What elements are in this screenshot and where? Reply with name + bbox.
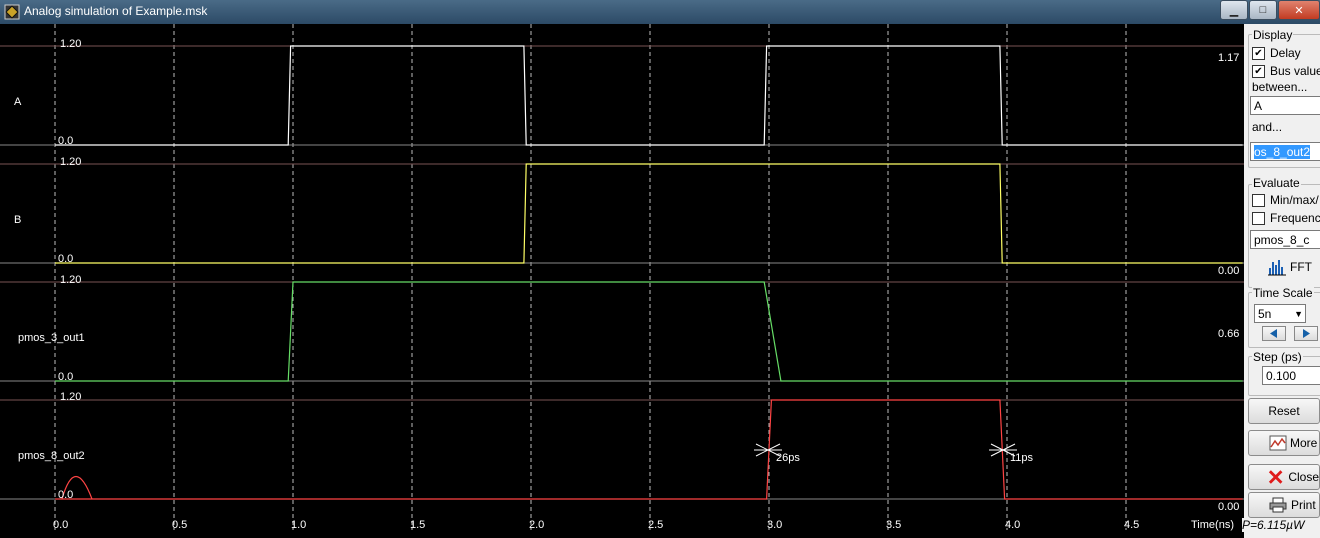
evaluate-signal-select[interactable]: pmos_8_c bbox=[1250, 230, 1320, 249]
signal-pmos3-min: 0.0 bbox=[58, 371, 74, 383]
trace-a bbox=[55, 45, 1243, 146]
close-label: Close bbox=[1288, 470, 1319, 484]
chart-icon bbox=[1269, 435, 1287, 451]
print-label: Print bbox=[1291, 498, 1316, 512]
close-button[interactable]: Close bbox=[1248, 464, 1320, 490]
signal-pmos8-min: 0.0 bbox=[58, 489, 74, 501]
more-button[interactable]: More bbox=[1248, 430, 1320, 456]
checkbox-box bbox=[1252, 211, 1265, 225]
fft-label: FFT bbox=[1290, 260, 1312, 274]
maximize-icon: □ bbox=[1259, 4, 1267, 16]
signal-name-a: A bbox=[14, 96, 22, 108]
checkbox-box: ✔ bbox=[1252, 46, 1265, 60]
time-scroll-right-button[interactable] bbox=[1294, 326, 1318, 341]
close-x-icon bbox=[1268, 470, 1283, 484]
trace-b bbox=[55, 163, 1243, 264]
signal-b-max: 1.20 bbox=[60, 156, 82, 168]
signal-name-b: B bbox=[14, 214, 22, 226]
signal-pmos8-value: 0.66 bbox=[1218, 328, 1240, 340]
close-window-button[interactable]: ✕ bbox=[1278, 0, 1320, 20]
bus-value-label: Bus value bbox=[1270, 64, 1320, 78]
signal-name-pmos8: pmos_8_out2 bbox=[18, 450, 85, 462]
time-tick: 0.0 bbox=[53, 519, 69, 531]
timescale-title: Time Scale bbox=[1252, 286, 1314, 300]
reset-label: Reset bbox=[1268, 404, 1300, 418]
time-scroll-left-button[interactable] bbox=[1262, 326, 1286, 341]
signal-pmos3-value: 0.00 bbox=[1218, 265, 1240, 277]
control-panel: Display ✔ Delay ✔ Bus value between... A… bbox=[1244, 24, 1320, 538]
trace-pmos3 bbox=[55, 281, 1243, 382]
printer-icon bbox=[1269, 497, 1287, 513]
window-title: Analog simulation of Example.msk bbox=[24, 4, 208, 18]
maximize-button[interactable]: □ bbox=[1249, 0, 1277, 20]
arrow-right-icon bbox=[1303, 329, 1310, 338]
arrow-left-icon bbox=[1270, 329, 1277, 338]
signal-a-max: 1.20 bbox=[60, 38, 82, 50]
signal-pmos3-max: 1.20 bbox=[60, 274, 82, 286]
fft-button[interactable]: FFT bbox=[1268, 258, 1312, 276]
step-value: 0.100 bbox=[1266, 369, 1297, 383]
time-tick: 3.0 bbox=[767, 519, 783, 531]
waveform-canvas bbox=[0, 24, 1244, 530]
signal-name-pmos3: pmos_3_out1 bbox=[18, 332, 85, 344]
app-icon bbox=[4, 4, 20, 20]
evaluate-group-title: Evaluate bbox=[1252, 176, 1301, 190]
timescale-value: 5n bbox=[1258, 307, 1272, 321]
time-tick: 2.0 bbox=[529, 519, 545, 531]
delay-marker-label: 26ps bbox=[776, 452, 800, 464]
signal-pmos8-max: 1.20 bbox=[60, 391, 82, 403]
delay-checkbox[interactable]: ✔ Delay bbox=[1252, 46, 1301, 60]
time-tick: 0.5 bbox=[172, 519, 188, 531]
delay-marker-label: 11ps bbox=[1010, 452, 1034, 464]
reset-button[interactable]: Reset bbox=[1248, 398, 1320, 424]
and-select[interactable]: os_8_out2 bbox=[1250, 142, 1320, 161]
bus-value-checkbox[interactable]: ✔ Bus value bbox=[1252, 64, 1320, 78]
frequency-checkbox[interactable]: Frequenc bbox=[1252, 211, 1320, 225]
power-readout: P=6.115µW bbox=[1242, 518, 1305, 532]
time-tick: 4.0 bbox=[1005, 519, 1021, 531]
signal-a-value: 1.17 bbox=[1218, 52, 1240, 64]
time-tick: 1.0 bbox=[291, 519, 307, 531]
checkbox-box: ✔ bbox=[1252, 64, 1265, 78]
and-label: and... bbox=[1252, 120, 1283, 134]
between-value: A bbox=[1254, 99, 1263, 113]
checkbox-box bbox=[1252, 193, 1265, 207]
chevron-down-icon: ▼ bbox=[1294, 309, 1303, 319]
time-axis-label: Time(ns) bbox=[1191, 519, 1234, 531]
minimize-icon: ▁ bbox=[1229, 4, 1239, 17]
delay-label: Delay bbox=[1270, 46, 1301, 60]
more-label: More bbox=[1290, 436, 1318, 450]
display-group-title: Display bbox=[1252, 28, 1294, 42]
bottom-right-value: 0.00 bbox=[1218, 501, 1240, 513]
title-bar: Analog simulation of Example.msk ▁ □ ✕ bbox=[0, 0, 1320, 24]
step-title: Step (ps) bbox=[1252, 350, 1303, 364]
time-tick: 4.5 bbox=[1124, 519, 1140, 531]
time-tick: 1.5 bbox=[410, 519, 426, 531]
trace-pmos8 bbox=[55, 399, 1243, 500]
between-label: between... bbox=[1252, 80, 1308, 94]
time-tick: 2.5 bbox=[648, 519, 664, 531]
evaluate-signal-value: pmos_8_c bbox=[1254, 233, 1310, 247]
time-tick: 3.5 bbox=[886, 519, 902, 531]
minimize-button[interactable]: ▁ bbox=[1220, 0, 1248, 20]
waveform-plot: A B pmos_3_out1 pmos_8_out2 1.20 0.0 1.2… bbox=[0, 24, 1244, 538]
step-input[interactable]: 0.100 bbox=[1262, 366, 1320, 385]
close-icon: ✕ bbox=[1294, 4, 1304, 17]
timescale-select[interactable]: 5n ▼ bbox=[1254, 304, 1306, 323]
print-button[interactable]: Print bbox=[1248, 492, 1320, 518]
frequency-label: Frequenc bbox=[1270, 211, 1320, 225]
minmax-label: Min/max/ bbox=[1270, 193, 1319, 207]
signal-b-min: 0.0 bbox=[58, 253, 74, 265]
minmax-checkbox[interactable]: Min/max/ bbox=[1252, 193, 1319, 207]
between-select[interactable]: A bbox=[1250, 96, 1320, 115]
signal-a-min: 0.0 bbox=[58, 135, 74, 147]
and-value: os_8_out2 bbox=[1254, 145, 1311, 159]
fft-icon bbox=[1268, 260, 1286, 276]
